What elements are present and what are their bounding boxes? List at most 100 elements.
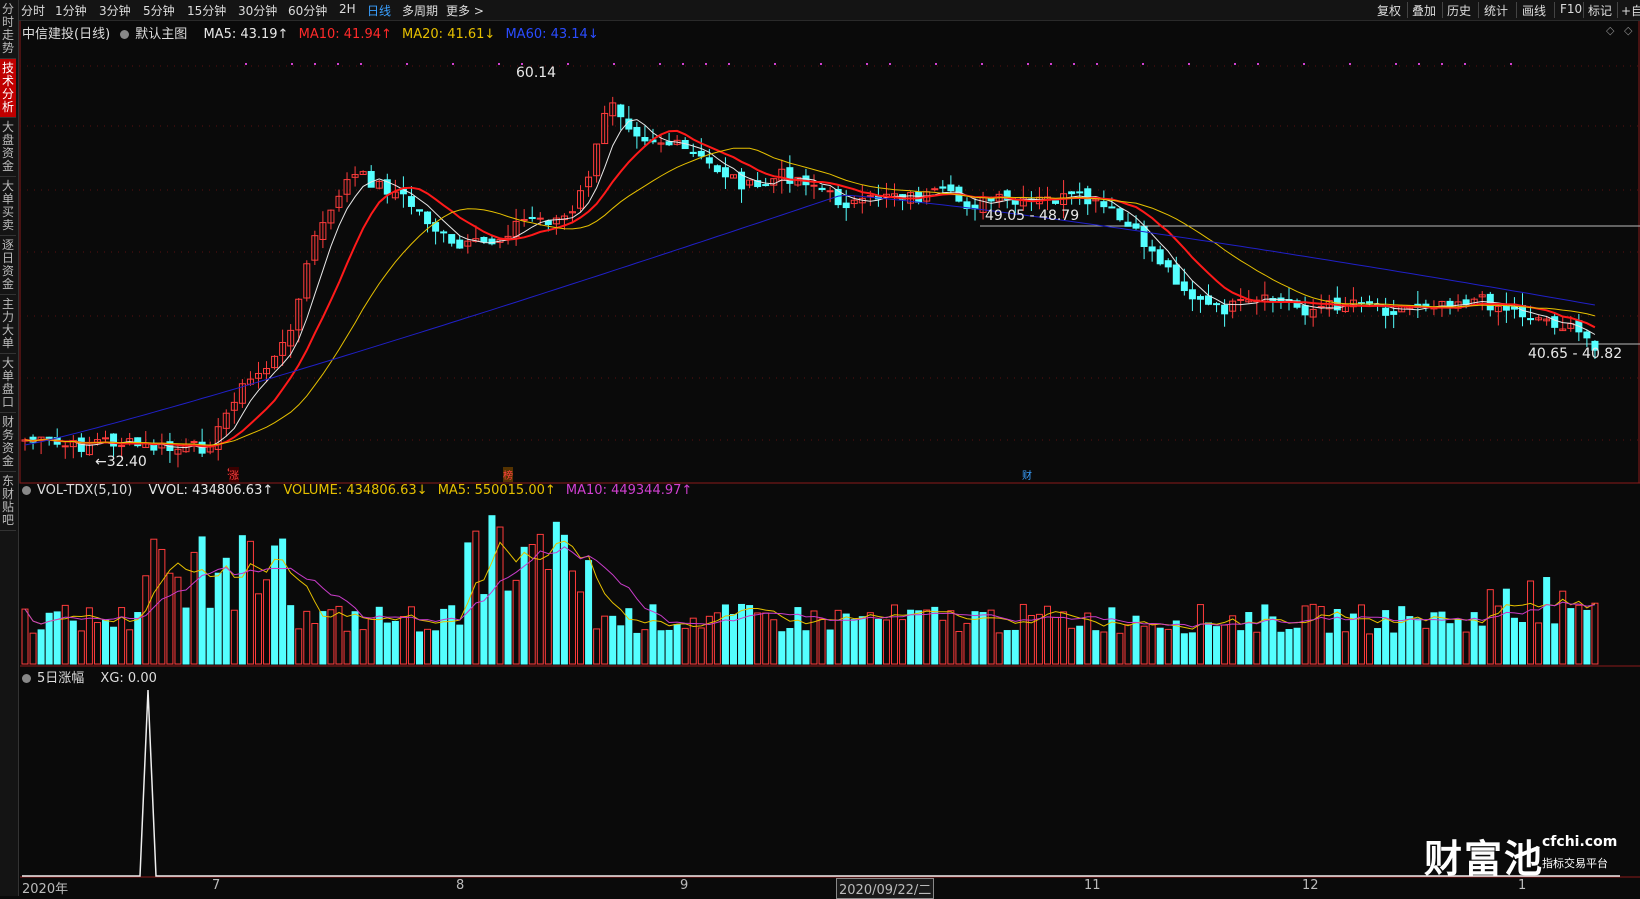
candle-body bbox=[1156, 249, 1164, 265]
event-dot bbox=[337, 63, 339, 65]
volume-bar bbox=[1092, 630, 1100, 665]
volume-bar bbox=[1277, 631, 1285, 665]
period-30min[interactable]: 30分钟 bbox=[238, 2, 277, 19]
volume-bar bbox=[923, 609, 931, 665]
volume-bar bbox=[182, 607, 190, 665]
add-watchlist-button[interactable]: +自选 bbox=[1621, 2, 1640, 19]
sidebar-tab[interactable]: 大盘资金 bbox=[0, 118, 16, 177]
candle-body bbox=[939, 186, 947, 189]
sidebar-tab[interactable]: 分时走势 bbox=[0, 0, 16, 59]
volume-bar bbox=[746, 605, 754, 665]
volume-bar bbox=[738, 603, 746, 665]
volume-bar bbox=[1100, 631, 1108, 665]
volume-bar bbox=[915, 610, 923, 665]
sidebar-tab[interactable]: 大单盘口 bbox=[0, 354, 16, 413]
candle-body bbox=[1116, 208, 1124, 221]
candle-body bbox=[818, 187, 826, 191]
sidebar-tab[interactable]: 主力大单 bbox=[0, 295, 16, 354]
event-dot bbox=[981, 63, 983, 65]
period-5min[interactable]: 5分钟 bbox=[143, 2, 175, 19]
sidebar-tab[interactable]: 逐日资金 bbox=[0, 236, 16, 295]
volume-bar bbox=[190, 551, 198, 665]
candle-body bbox=[689, 151, 697, 155]
draw-line-button[interactable]: 画线 bbox=[1522, 2, 1546, 19]
period-daily[interactable]: 日线 bbox=[367, 2, 391, 19]
vol-indicator-name[interactable]: VOL-TDX(5,10) bbox=[22, 483, 138, 498]
high-price-label: 60.14 bbox=[516, 65, 557, 81]
volume-bar bbox=[979, 612, 987, 665]
sidebar-tab[interactable]: 东财贴吧 bbox=[0, 472, 16, 531]
candle-body bbox=[407, 196, 415, 207]
event-mark-zhang[interactable]: 涨 bbox=[229, 467, 239, 482]
period-1min[interactable]: 1分钟 bbox=[55, 2, 87, 19]
candle-body bbox=[633, 126, 641, 137]
period-more[interactable]: 更多 > bbox=[446, 2, 484, 19]
candle-body bbox=[544, 220, 552, 225]
volume-bar bbox=[432, 630, 440, 665]
volume-bar bbox=[1035, 613, 1043, 665]
volume-bar bbox=[359, 629, 367, 665]
volume-bar bbox=[150, 538, 158, 665]
event-mark-bang[interactable]: 榜 bbox=[503, 467, 513, 482]
volume-bar bbox=[1076, 625, 1084, 665]
template-selector[interactable]: 默认主图 bbox=[120, 27, 193, 42]
diamond-icon[interactable]: ◇ bbox=[1606, 24, 1614, 37]
history-button[interactable]: 历史 bbox=[1447, 2, 1471, 19]
volume-bar bbox=[1527, 580, 1535, 665]
diamond-icon[interactable]: ◇ bbox=[1624, 24, 1632, 37]
ma5-value: MA5: 43.19↑ bbox=[203, 27, 289, 42]
f10-button[interactable]: F10 bbox=[1560, 2, 1582, 16]
fuquan-button[interactable]: 复权 bbox=[1377, 2, 1401, 19]
volume-bar bbox=[102, 619, 110, 665]
volume-bar bbox=[721, 604, 729, 665]
period-3min[interactable]: 3分钟 bbox=[99, 2, 131, 19]
candle-body bbox=[440, 231, 448, 234]
volume-bar bbox=[657, 630, 665, 665]
volume-bar bbox=[1357, 604, 1365, 665]
volume-bar bbox=[1398, 606, 1406, 665]
volume-bar bbox=[786, 628, 794, 665]
sidebar-tab[interactable]: 财务资金 bbox=[0, 413, 16, 472]
candle-body bbox=[1551, 316, 1559, 328]
volume-bar bbox=[1325, 632, 1333, 665]
volume-bar bbox=[729, 614, 737, 665]
candle-body bbox=[1108, 206, 1116, 209]
volume-bar bbox=[1221, 624, 1229, 665]
volume-bar bbox=[794, 607, 802, 665]
candle-body bbox=[118, 445, 126, 448]
volume-bar bbox=[617, 625, 625, 665]
mark-button[interactable]: 标记 bbox=[1588, 2, 1612, 19]
volume-bar bbox=[858, 616, 866, 665]
volume-bar bbox=[1140, 625, 1148, 665]
stock-chart[interactable] bbox=[0, 0, 1640, 896]
volume-bar bbox=[1213, 626, 1221, 665]
volume-bar bbox=[955, 630, 963, 665]
sidebar-tab[interactable]: 大单买卖 bbox=[0, 177, 16, 236]
volume-bar bbox=[1156, 627, 1164, 665]
period-15min[interactable]: 15分钟 bbox=[187, 2, 226, 19]
overlay-button[interactable]: 叠加 bbox=[1412, 2, 1436, 19]
indicator-name[interactable]: 5日涨幅 bbox=[22, 671, 90, 686]
event-dot bbox=[935, 63, 937, 65]
arrow-icon: ← bbox=[95, 454, 107, 470]
volume-bar bbox=[29, 632, 37, 665]
template-icon bbox=[120, 30, 130, 39]
volume-bar bbox=[1124, 624, 1132, 665]
period-fenshi[interactable]: 分时 bbox=[21, 2, 45, 19]
period-60min[interactable]: 60分钟 bbox=[288, 2, 327, 19]
event-dot bbox=[728, 63, 730, 65]
volume-bar bbox=[947, 610, 955, 665]
volume-bar bbox=[568, 570, 576, 665]
event-dot bbox=[659, 63, 661, 65]
volume-bar bbox=[939, 619, 947, 665]
volume-bar bbox=[834, 609, 842, 665]
volume-bar bbox=[673, 624, 681, 665]
vol-indicator-label: VOL-TDX(5,10) bbox=[37, 483, 133, 498]
period-2h[interactable]: 2H bbox=[339, 2, 356, 16]
stats-button[interactable]: 统计 bbox=[1484, 2, 1508, 19]
period-multi[interactable]: 多周期 bbox=[402, 2, 438, 19]
sidebar-tab[interactable]: 技术分析 bbox=[0, 59, 16, 118]
volume-bar bbox=[1164, 628, 1172, 665]
event-mark-cai[interactable]: 财 bbox=[1022, 467, 1032, 482]
volume-bar bbox=[1543, 577, 1551, 665]
